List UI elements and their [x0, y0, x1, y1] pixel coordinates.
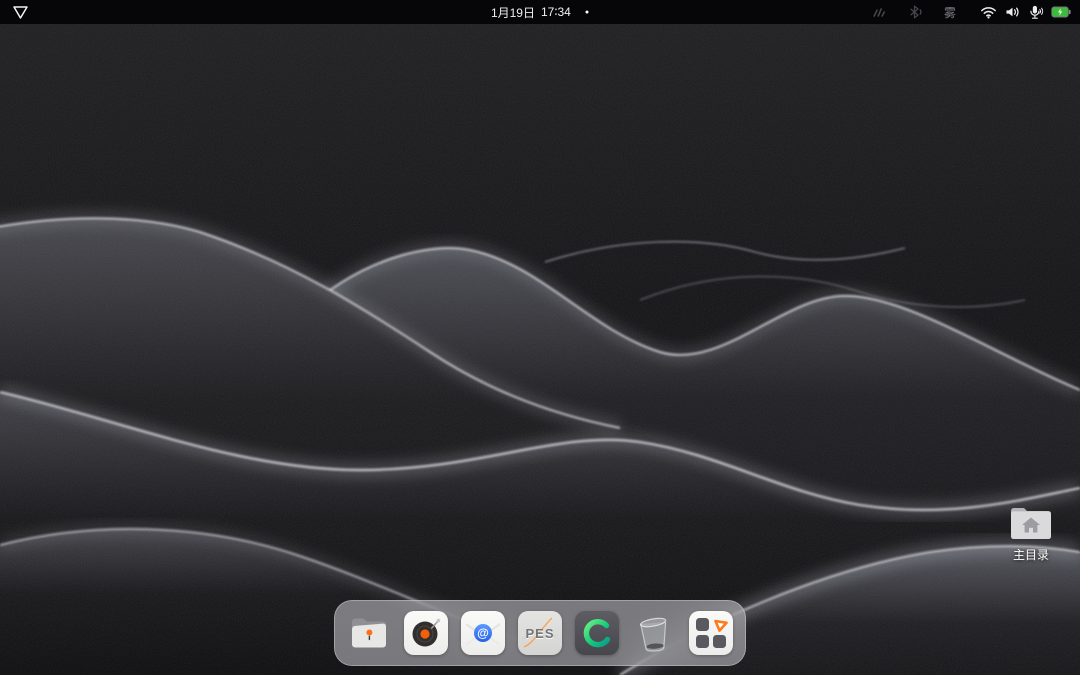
battery-icon	[1051, 6, 1071, 18]
triangle-logo-icon	[12, 5, 29, 20]
volume-tray-item[interactable]	[1005, 6, 1021, 18]
microphone-tray-item[interactable]	[1028, 5, 1044, 20]
microphone-icon	[1028, 5, 1044, 20]
bluetooth-tray-item[interactable]	[908, 5, 924, 19]
wallpaper-dark-waves	[0, 0, 1080, 675]
app-launcher-icon	[689, 611, 733, 655]
home-folder-icon	[1008, 504, 1054, 542]
home-folder-label: 主目录	[1013, 546, 1049, 563]
wifi-tray-item[interactable]	[980, 6, 997, 19]
dock-item-trash[interactable]	[632, 611, 676, 655]
bluetooth-icon	[908, 5, 924, 19]
music-player-icon	[404, 611, 448, 655]
clock[interactable]: 1月19日 17∶34	[491, 4, 571, 21]
desktop-icon-home-folder[interactable]: 主目录	[1002, 504, 1060, 563]
wifi-icon	[980, 6, 997, 19]
trash-icon	[632, 611, 676, 655]
dock-item-browser[interactable]	[575, 611, 619, 655]
dock-item-file-manager[interactable]	[347, 611, 391, 655]
browser-icon	[575, 611, 619, 655]
distro-logo-button[interactable]	[12, 5, 29, 20]
mail-icon: @	[461, 611, 505, 655]
file-manager-icon	[347, 611, 391, 655]
top-bar: 1月19日 17∶34 ●	[0, 0, 1080, 24]
signal-waves-icon	[872, 6, 886, 18]
volume-icon	[1005, 6, 1021, 18]
mail-at-glyph: @	[477, 626, 489, 640]
dock-item-music-player[interactable]	[404, 611, 448, 655]
dock: @ PES	[334, 600, 746, 666]
pes-label: PES	[525, 626, 554, 641]
clock-time: 17∶34	[541, 5, 571, 19]
dock-item-app-launcher[interactable]	[689, 611, 733, 655]
dock-item-mail[interactable]: @	[461, 611, 505, 655]
clock-date: 1月19日	[491, 4, 535, 21]
dock-item-pes[interactable]: PES	[518, 611, 562, 655]
weather-indicator[interactable]: 雾	[944, 4, 956, 21]
pes-icon: PES	[518, 611, 562, 655]
battery-tray-item[interactable]	[1051, 6, 1071, 18]
system-tray: 雾	[872, 4, 1080, 21]
activity-indicator-dot[interactable]: ●	[585, 9, 589, 16]
signal-waves-tray-item[interactable]	[872, 6, 886, 18]
desktop-screen: 1月19日 17∶34 ●	[0, 0, 1080, 675]
